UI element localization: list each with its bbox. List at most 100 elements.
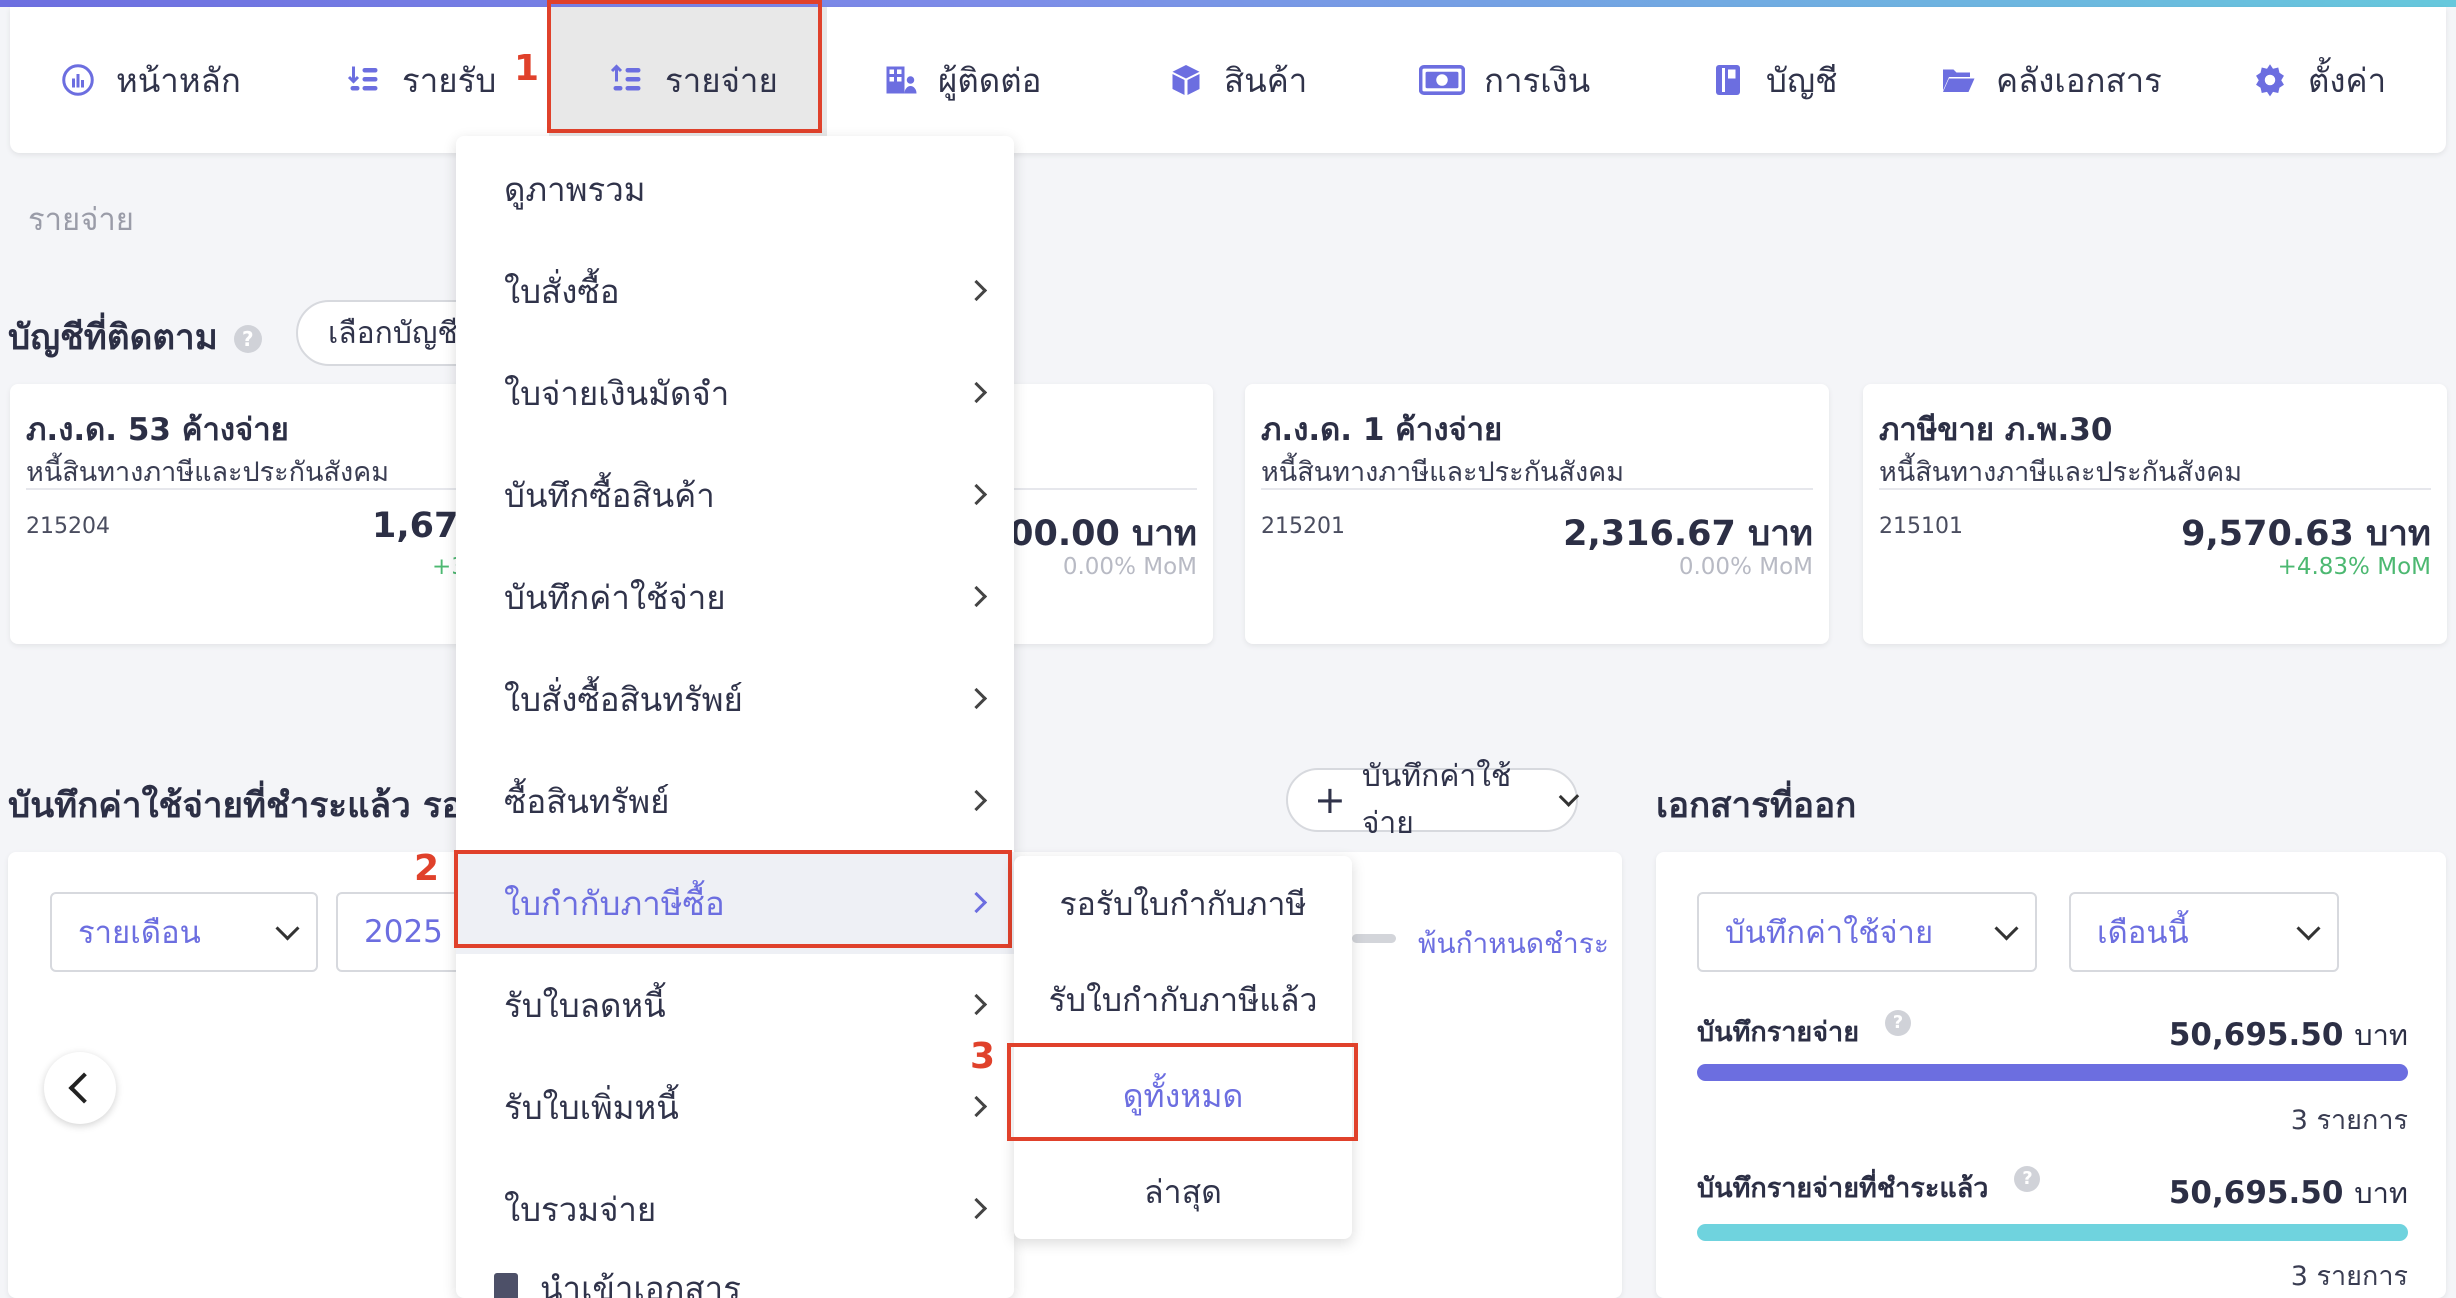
menu-item-label: ใบสั่งซื้อ xyxy=(504,271,620,311)
menu-item-expense-record[interactable]: บันทึกค่าใช้จ่าย xyxy=(456,546,1014,648)
income-icon xyxy=(344,60,384,100)
stat-label: บันทึกรายจ่าย? xyxy=(1697,1010,1912,1053)
chevron-down-icon xyxy=(1559,785,1580,807)
menu-item-label: บันทึกซื้อสินค้า xyxy=(504,475,715,515)
card-divider xyxy=(1261,488,1813,490)
stat-count: 3 รายการ xyxy=(2290,1261,2408,1292)
document-icon xyxy=(494,1273,518,1298)
submenu-item-awaiting-invoice[interactable]: รอรับใบกำกับภาษี xyxy=(1014,856,1352,952)
nav-item-expense[interactable]: รายจ่าย xyxy=(549,7,827,153)
nav-item-accounting[interactable]: บัญชี xyxy=(1708,7,1837,153)
stat-label-text: บันทึกรายจ่าย xyxy=(1697,1017,1860,1048)
stat-amount: 50,695.50 xyxy=(2168,1175,2344,1211)
stat-count: 3 รายการ xyxy=(2290,1105,2408,1136)
help-icon[interactable]: ? xyxy=(233,325,262,353)
stat-unit: บาท xyxy=(2354,1176,2408,1210)
menu-item-debit-note[interactable]: รับใบเพิ่มหนี้ xyxy=(456,1056,1014,1158)
menu-item-credit-note[interactable]: รับใบลดหนี้ xyxy=(456,954,1014,1056)
month-select-value: เดือนนี้ xyxy=(2097,915,2189,951)
help-icon[interactable]: ? xyxy=(1885,1010,1912,1036)
month-select[interactable]: เดือนนี้ xyxy=(2069,892,2339,972)
stat-value: 50,695.50 บาท xyxy=(2169,1170,2408,1216)
menu-item-label: บันทึกค่าใช้จ่าย xyxy=(504,577,726,617)
menu-item-label: ใบสั่งซื้อสินทรัพย์ xyxy=(504,679,743,719)
menu-item-label: รับใบเพิ่มหนี้ xyxy=(504,1087,679,1127)
card-mom: 0.00% MoM xyxy=(1678,554,1813,580)
menu-item-purchase-order[interactable]: ใบสั่งซื้อ xyxy=(456,240,1014,342)
chevron-right-icon xyxy=(965,891,988,914)
previous-button[interactable] xyxy=(44,1052,116,1124)
nav-item-income[interactable]: รายรับ xyxy=(344,7,496,153)
step-label-1: 1 xyxy=(514,48,540,89)
plus-icon: + xyxy=(1314,778,1346,822)
menu-item-label: ดูภาพรวม xyxy=(504,169,646,209)
menu-item-purchase-tax-invoice[interactable]: ใบกำกับภาษีซื้อ xyxy=(456,852,1014,954)
menu-item-label: ใบกำกับภาษีซื้อ xyxy=(504,883,725,923)
menu-item-asset-purchase-order[interactable]: ใบสั่งซื้อสินทรัพย์ xyxy=(456,648,1014,750)
add-expense-button[interactable]: + บันทึกค่าใช้จ่าย xyxy=(1286,759,1580,841)
nav-item-documents[interactable]: คลังเอกสาร xyxy=(1938,7,2162,153)
card-title: ภ.ง.ด. 1 ค้างจ่าย xyxy=(1261,412,1503,448)
account-card[interactable]: ภ.ง.ด. 1 ค้างจ่าย หนี้สินทางภาษีและประกั… xyxy=(1245,384,1829,644)
nav-label: หน้าหลัก xyxy=(116,60,241,100)
card-subtitle: หนี้สินทางภาษีและประกันสังคม xyxy=(1261,457,1625,488)
step-label-2: 2 xyxy=(414,848,440,889)
period-select[interactable]: รายเดือน xyxy=(50,892,318,972)
nav-item-settings[interactable]: ตั้งค่า xyxy=(2250,7,2386,153)
year-select-value: 2025 xyxy=(364,914,443,950)
chevron-right-icon xyxy=(965,483,988,506)
nav-label: คลังเอกสาร xyxy=(1996,60,2162,100)
card-code: 215101 xyxy=(1879,514,1963,539)
expense-dropdown-menu: ดูภาพรวม ใบสั่งซื้อ ใบจ่ายเงินมัดจำ บันท… xyxy=(456,136,1014,1298)
nav-label: ตั้งค่า xyxy=(2308,60,2387,100)
nav-label: รายรับ xyxy=(402,60,497,100)
breadcrumb: รายจ่าย xyxy=(28,202,134,238)
nav-item-finance[interactable]: การเงิน xyxy=(1418,7,1590,153)
menu-item-purchase-record[interactable]: บันทึกซื้อสินค้า xyxy=(456,444,1014,546)
contacts-icon xyxy=(880,60,920,100)
card-divider xyxy=(26,488,494,490)
menu-item-label: รับใบลดหนี้ xyxy=(504,985,666,1025)
chevron-right-icon xyxy=(965,687,988,710)
legend-overdue[interactable]: พ้นกำหนดชำระ xyxy=(1418,922,1609,966)
nav-item-products[interactable]: สินค้า xyxy=(1166,7,1307,153)
step-label-3: 3 xyxy=(970,1036,996,1077)
menu-item-combined-payment[interactable]: ใบรวมจ่าย xyxy=(456,1158,1014,1260)
chevron-right-icon xyxy=(965,993,988,1016)
account-card[interactable]: ภ.ง.ด. 53 ค้างจ่าย หนี้สินทางภาษีและประก… xyxy=(10,384,510,644)
menu-item-import-documents[interactable]: นำเข้าเอกสาร xyxy=(456,1248,1014,1298)
submenu-item-invoice-received[interactable]: รับใบกำกับภาษีแล้ว xyxy=(1014,952,1352,1048)
top-accent-bar xyxy=(0,0,2456,7)
chevron-down-icon xyxy=(2296,916,2321,941)
menu-item-deposit-payment[interactable]: ใบจ่ายเงินมัดจำ xyxy=(456,342,1014,444)
top-navigation: หน้าหลัก รายรับ รายจ่าย ผู้ติดต่อ สินค้า… xyxy=(10,7,2446,153)
menu-item-asset-purchase[interactable]: ซื้อสินทรัพย์ xyxy=(456,750,1014,852)
menu-item-overview[interactable]: ดูภาพรวม xyxy=(456,138,1014,240)
nav-item-dashboard[interactable]: หน้าหลัก xyxy=(58,7,241,153)
submenu-item-latest[interactable]: ล่าสุด xyxy=(1014,1144,1352,1240)
folder-icon xyxy=(1938,60,1978,100)
paid-progress-bar xyxy=(1697,1224,2408,1241)
chevron-right-icon xyxy=(965,1095,988,1118)
chevron-right-icon xyxy=(965,381,988,404)
nav-label: บัญชี xyxy=(1766,60,1838,100)
submenu-item-view-all[interactable]: ดูทั้งหมด xyxy=(1014,1048,1352,1144)
ledger-icon xyxy=(1708,60,1748,100)
help-icon[interactable]: ? xyxy=(2014,1166,2041,1192)
chevron-down-icon xyxy=(1994,916,2019,941)
stat-amount: 50,695.50 xyxy=(2168,1017,2344,1053)
document-type-select[interactable]: บันทึกค่าใช้จ่าย xyxy=(1697,892,2037,972)
chevron-right-icon xyxy=(965,789,988,812)
year-select[interactable]: 2025 xyxy=(336,892,470,972)
card-mom: 0.00% MoM xyxy=(1062,554,1197,580)
card-title: ภาษีขาย ภ.พ.30 xyxy=(1879,412,2113,448)
nav-label: รายจ่าย xyxy=(665,60,778,100)
gear-icon xyxy=(2250,60,2290,100)
stat-unit: บาท xyxy=(2354,1018,2408,1052)
documents-title: เอกสารที่ออก xyxy=(1656,786,1857,826)
account-card[interactable]: ภาษีขาย ภ.พ.30 หนี้สินทางภาษีและประกันสั… xyxy=(1863,384,2447,644)
expense-progress-bar xyxy=(1697,1064,2408,1081)
nav-item-contacts[interactable]: ผู้ติดต่อ xyxy=(880,7,1041,153)
stat-label: บันทึกรายจ่ายที่ชำระแล้ว? xyxy=(1697,1166,2041,1209)
chevron-right-icon xyxy=(965,585,988,608)
